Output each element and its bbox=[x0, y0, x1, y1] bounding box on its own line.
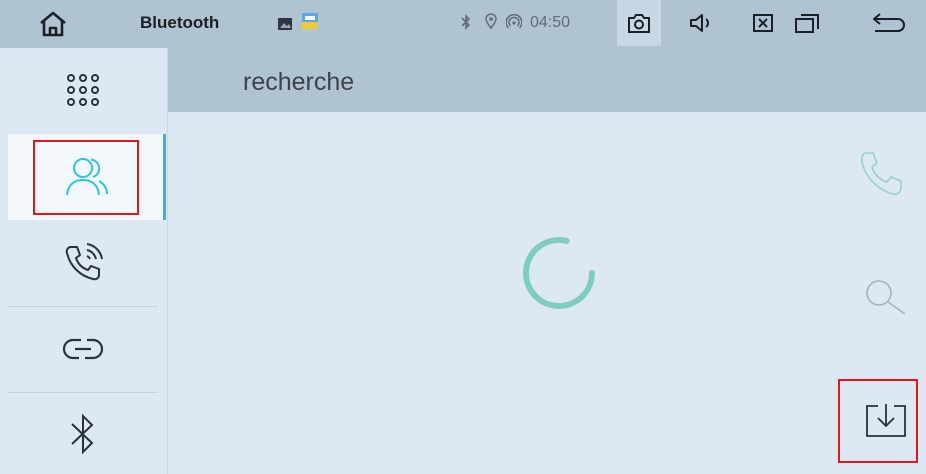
status-bar: Bluetooth 04:50 bbox=[0, 0, 926, 48]
close-app-icon[interactable] bbox=[752, 12, 774, 34]
highlight-box bbox=[838, 379, 918, 463]
sidebar-item-call-log[interactable] bbox=[8, 222, 158, 304]
volume-icon[interactable] bbox=[689, 12, 715, 34]
call-log-icon bbox=[65, 243, 103, 281]
main-panel: recherche bbox=[168, 48, 926, 474]
bluetooth-icon bbox=[71, 413, 94, 455]
page-title: recherche bbox=[243, 68, 355, 96]
link-icon bbox=[62, 338, 104, 360]
camera-icon bbox=[628, 14, 650, 33]
phone-icon[interactable] bbox=[858, 150, 908, 198]
header-bar: recherche bbox=[168, 48, 926, 112]
loading-spinner bbox=[523, 237, 595, 309]
location-icon bbox=[485, 13, 497, 29]
clock: 04:50 bbox=[530, 14, 571, 31]
bluetooth-icon bbox=[461, 14, 471, 30]
home-icon[interactable] bbox=[38, 10, 68, 38]
sidebar-item-bluetooth[interactable] bbox=[8, 394, 158, 474]
hd-radio-icon bbox=[302, 13, 318, 29]
sidebar bbox=[0, 48, 168, 474]
divider bbox=[8, 392, 158, 393]
search-icon[interactable] bbox=[860, 276, 910, 316]
divider bbox=[8, 306, 158, 307]
grid-icon bbox=[67, 74, 99, 106]
hotspot-icon bbox=[506, 14, 522, 29]
highlight-box bbox=[33, 140, 139, 215]
screenshot-button[interactable] bbox=[617, 0, 661, 46]
active-indicator bbox=[163, 134, 166, 220]
recent-apps-icon[interactable] bbox=[794, 12, 820, 34]
sidebar-item-pairing[interactable] bbox=[8, 308, 158, 390]
sidebar-item-apps[interactable] bbox=[8, 48, 158, 132]
app-title: Bluetooth bbox=[140, 13, 220, 32]
gallery-icon bbox=[278, 18, 292, 30]
back-icon[interactable] bbox=[872, 12, 906, 34]
